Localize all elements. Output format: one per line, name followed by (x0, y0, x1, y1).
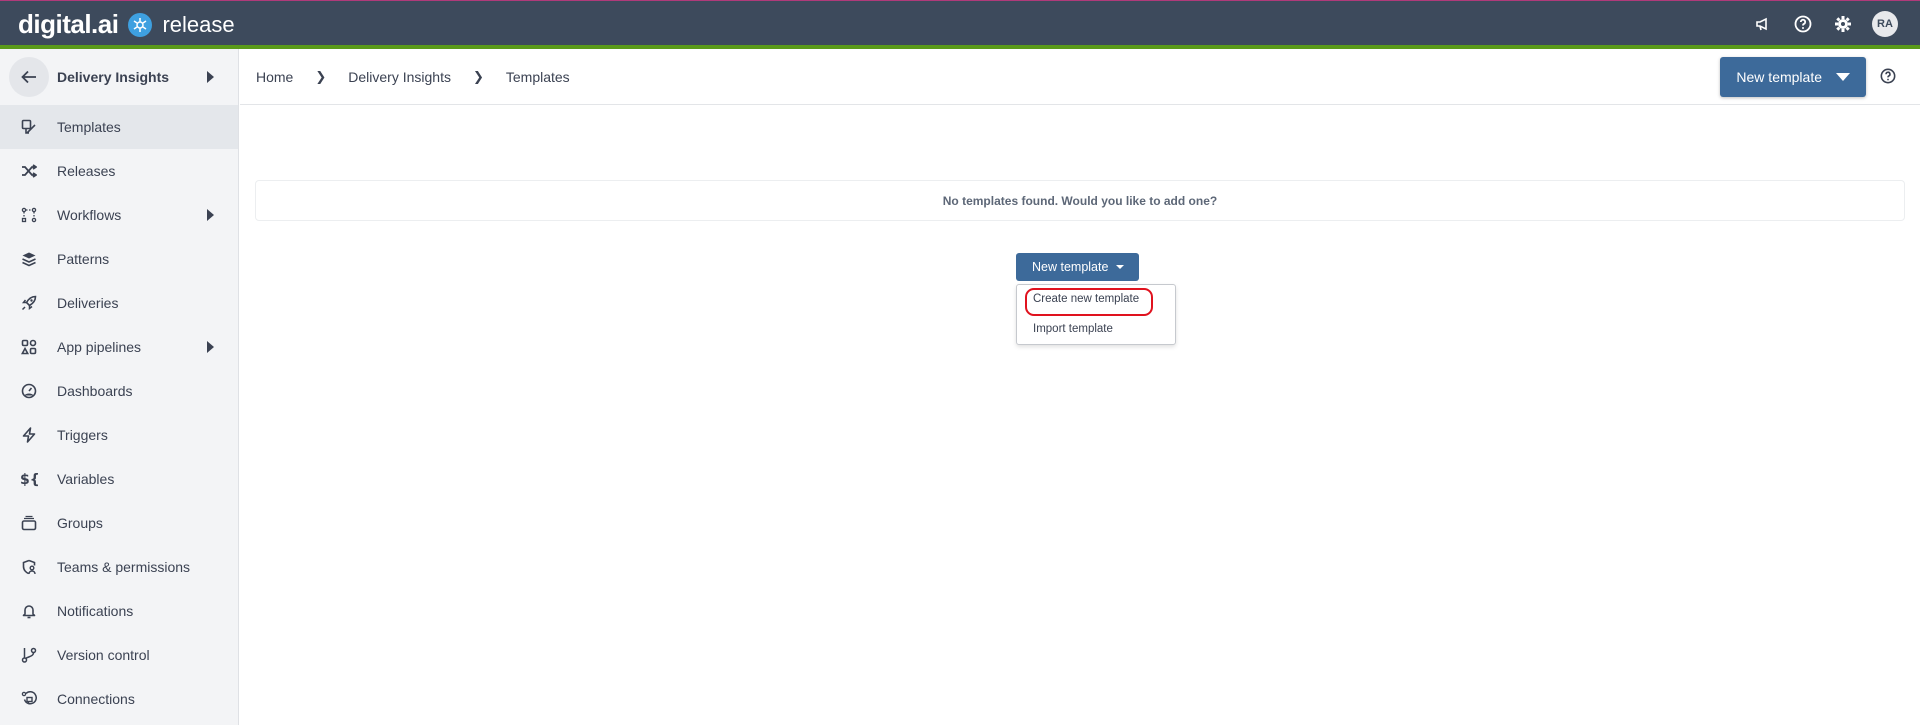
sidebar-item-label: Teams & permissions (57, 559, 191, 575)
shield-user-icon (20, 558, 38, 576)
user-avatar[interactable]: RA (1872, 11, 1898, 37)
sidebar-item-label: Triggers (57, 427, 108, 443)
sidebar-item-teams-permissions[interactable]: Teams & permissions (0, 545, 238, 589)
sidebar-item-label: Dashboards (57, 383, 133, 399)
sidebar-item-dashboards[interactable]: Dashboards (0, 369, 238, 413)
sidebar-item-groups[interactable]: Groups (0, 501, 238, 545)
back-button[interactable] (9, 57, 49, 97)
chevron-right-icon: ❯ (315, 68, 327, 84)
stack-icon (20, 514, 38, 532)
sidebar-item-version-control[interactable]: Version control (0, 633, 238, 677)
gear-icon[interactable] (1832, 13, 1854, 35)
sidebar-item-variables[interactable]: ${ Variables (0, 457, 238, 501)
sidebar-header: Delivery Insights (0, 49, 238, 105)
caret-right-icon[interactable] (207, 209, 214, 221)
sidebar-item-label: Workflows (57, 207, 122, 223)
release-logo-icon (128, 12, 153, 37)
shapes-icon (20, 338, 38, 356)
variable-icon: ${ (20, 470, 38, 488)
sidebar-item-workflows[interactable]: Workflows (0, 193, 238, 237)
sidebar-item-triggers[interactable]: Triggers (0, 413, 238, 457)
bell-icon (20, 602, 38, 620)
workflow-icon (20, 206, 38, 224)
product-name: release (162, 11, 235, 37)
breadcrumb-home[interactable]: Home (256, 69, 293, 85)
sidebar: Delivery Insights Templates Releases Wor… (0, 49, 239, 725)
sidebar-item-notifications[interactable]: Notifications (0, 589, 238, 633)
sidebar-item-label: Groups (57, 515, 103, 531)
menu-item-import-template[interactable]: Import template (1033, 323, 1113, 335)
help-icon[interactable] (1880, 68, 1898, 86)
sidebar-item-templates[interactable]: Templates (0, 105, 238, 149)
empty-state-message: No templates found. Would you like to ad… (255, 180, 1905, 221)
help-icon[interactable] (1792, 13, 1814, 35)
sidebar-item-label: Deliveries (57, 295, 119, 311)
sidebar-item-label: Connections (57, 691, 135, 707)
lightning-icon (20, 426, 38, 444)
rocket-icon (20, 294, 38, 312)
plug-icon (20, 690, 38, 708)
caret-down-icon (1116, 265, 1125, 269)
sidebar-header-label: Delivery Insights (57, 69, 170, 85)
arrow-left-icon (21, 70, 36, 84)
caret-down-icon (1836, 73, 1850, 81)
sidebar-item-releases[interactable]: Releases (0, 149, 238, 193)
menu-item-create-new-template[interactable]: Create new template (1033, 293, 1139, 305)
shuffle-icon (20, 162, 38, 180)
breadcrumb-templates: Templates (505, 68, 570, 85)
megaphone-icon[interactable] (1752, 13, 1774, 35)
sidebar-item-label: Templates (57, 119, 121, 135)
breadcrumb-delivery-insights[interactable]: Delivery Insights (348, 69, 451, 85)
layers-icon (20, 250, 38, 268)
caret-right-icon[interactable] (207, 71, 214, 83)
new-template-button-label: New template (1736, 69, 1822, 85)
sidebar-item-label: Version control (57, 647, 150, 663)
new-template-dropdown-button[interactable]: New template (1016, 253, 1140, 281)
sidebar-item-connections[interactable]: Connections (0, 677, 238, 721)
new-template-button-label: New template (1032, 260, 1109, 274)
sidebar-item-label: Patterns (57, 251, 110, 267)
new-template-dropdown-menu: Create new template Import template (1016, 284, 1176, 345)
sidebar-item-deliveries[interactable]: Deliveries (0, 281, 238, 325)
caret-right-icon[interactable] (207, 341, 214, 353)
chevron-right-icon: ❯ (472, 68, 484, 84)
template-icon (20, 118, 38, 136)
sidebar-item-label: App pipelines (57, 339, 142, 355)
breadcrumb: Home ❯ Delivery Insights ❯ Templates (256, 69, 570, 85)
svg-text:${: ${ (20, 472, 38, 487)
page-header: Home ❯ Delivery Insights ❯ Templates New… (240, 49, 1920, 105)
digital-ai-logo: digital.ai (18, 9, 119, 39)
logo[interactable]: digital.ai release (18, 9, 235, 40)
sidebar-item-patterns[interactable]: Patterns (0, 237, 238, 281)
sidebar-item-label: Variables (57, 471, 115, 487)
sidebar-item-label: Notifications (57, 603, 134, 619)
empty-state-text: No templates found. Would you like to ad… (942, 193, 1218, 208)
new-template-button[interactable]: New template (1720, 57, 1866, 97)
sidebar-item-label: Releases (57, 163, 116, 179)
top-navigation-bar: digital.ai release RA (0, 0, 1920, 49)
sidebar-item-app-pipelines[interactable]: App pipelines (0, 325, 238, 369)
branch-icon (20, 646, 38, 664)
gauge-icon (20, 382, 38, 400)
